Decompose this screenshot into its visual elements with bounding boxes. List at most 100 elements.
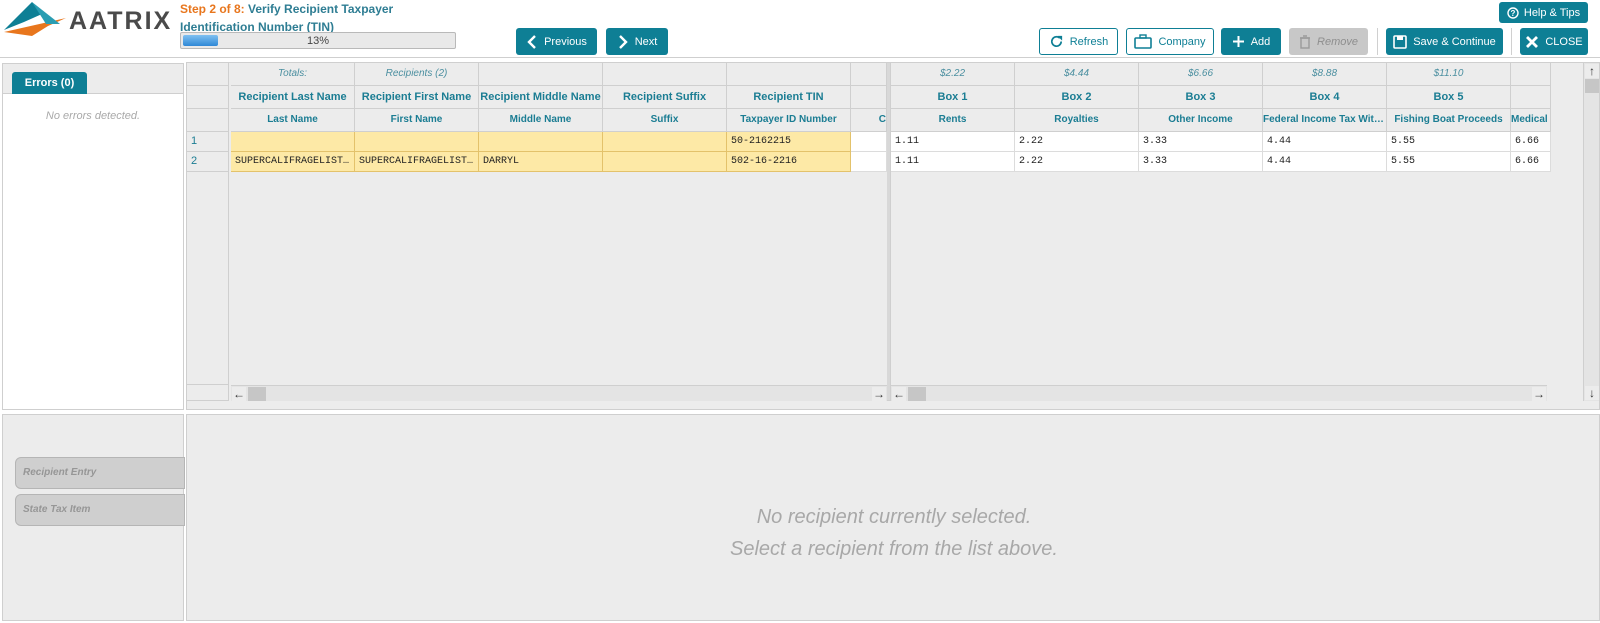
- help-label: Help & Tips: [1523, 6, 1581, 19]
- scroll-right-icon[interactable]: →: [1532, 387, 1546, 401]
- close-button[interactable]: CLOSE: [1520, 28, 1588, 55]
- recipient-detail-panel: No recipient currently selected. Select …: [186, 414, 1600, 621]
- table-cell[interactable]: [479, 132, 603, 152]
- refresh-label: Refresh: [1069, 35, 1109, 48]
- table-cell[interactable]: [851, 132, 887, 152]
- previous-label: Previous: [544, 35, 587, 48]
- table-cell[interactable]: [355, 132, 479, 152]
- scroll-down-icon[interactable]: ↓: [1585, 386, 1599, 400]
- add-button[interactable]: Add: [1221, 28, 1281, 55]
- next-button[interactable]: Next: [606, 28, 668, 55]
- errors-tab[interactable]: Errors (0): [12, 72, 87, 94]
- toolbar-divider: [1377, 28, 1378, 55]
- column-header[interactable]: Box 3: [1139, 86, 1263, 109]
- rownum-filler: [187, 172, 229, 385]
- table-cell[interactable]: 4.44: [1263, 132, 1387, 152]
- totals-cell: $6.66: [1139, 63, 1263, 86]
- column-subheader[interactable]: Taxpayer ID Number: [727, 109, 851, 132]
- table-cell[interactable]: SUPERCALIFRAGELISTICEXPIALIDOCIOUS: [355, 152, 479, 172]
- column-subheader[interactable]: Other Income: [1139, 109, 1263, 132]
- errors-tabbar: Errors (0): [3, 64, 183, 94]
- table-cell[interactable]: 50-2162215: [727, 132, 851, 152]
- column-subheader[interactable]: Fishing Boat Proceeds: [1387, 109, 1511, 132]
- select-recipient-hint: Select a recipient from the list above.: [730, 538, 1058, 560]
- refresh-button[interactable]: Refresh: [1039, 28, 1118, 55]
- table-cell[interactable]: DARRYL: [479, 152, 603, 172]
- table-cell[interactable]: 2.22: [1015, 152, 1139, 172]
- table-cell[interactable]: 6.66: [1511, 152, 1551, 172]
- next-label: Next: [634, 35, 658, 48]
- column-header[interactable]: Box 5: [1387, 86, 1511, 109]
- totals-cell: $4.44: [1015, 63, 1139, 86]
- column-header[interactable]: Box 4: [1263, 86, 1387, 109]
- scroll-up-icon[interactable]: ↑: [1585, 64, 1599, 78]
- scroll-thumb[interactable]: [1585, 79, 1599, 93]
- scroll-left-icon[interactable]: ←: [892, 387, 906, 401]
- row-number[interactable]: 1: [187, 132, 229, 152]
- left-grid-hscrollbar[interactable]: ← →: [231, 385, 887, 401]
- help-tips-button[interactable]: ? Help & Tips: [1499, 2, 1588, 23]
- table-cell[interactable]: [851, 152, 887, 172]
- recipient-grid: 1 2 Totals: Recipient Last Name Last Name SUP…: [186, 62, 1600, 410]
- scroll-thumb[interactable]: [908, 387, 926, 401]
- column-header[interactable]: Recipient Suffix: [603, 86, 727, 109]
- scroll-left-icon[interactable]: ←: [232, 387, 246, 401]
- table-cell[interactable]: 3.33: [1139, 132, 1263, 152]
- table-cell[interactable]: [603, 132, 727, 152]
- scroll-thumb[interactable]: [248, 387, 266, 401]
- table-cell[interactable]: 5.55: [1387, 132, 1511, 152]
- column-header[interactable]: Box 1: [891, 86, 1015, 109]
- table-cell[interactable]: 5.55: [1387, 152, 1511, 172]
- save-continue-button[interactable]: Save & Continue: [1386, 28, 1503, 55]
- scroll-right-icon[interactable]: →: [872, 387, 886, 401]
- table-cell[interactable]: 3.33: [1139, 152, 1263, 172]
- toolbar-divider: [1511, 28, 1512, 55]
- tab-state-tax-item[interactable]: State Tax Item: [15, 494, 185, 526]
- column-subheader[interactable]: Medical: [1511, 109, 1551, 132]
- column-subheader[interactable]: Suffix: [603, 109, 727, 132]
- no-errors-message: No errors detected.: [45, 110, 141, 122]
- remove-button[interactable]: Remove: [1289, 28, 1368, 55]
- refresh-icon: [1050, 35, 1062, 47]
- table-cell[interactable]: SUPERCALIFRAGELISTICEXPIALIDOCIOUS: [231, 152, 355, 172]
- table-cell[interactable]: 4.44: [1263, 152, 1387, 172]
- table-cell[interactable]: 6.66: [1511, 132, 1551, 152]
- table-cell[interactable]: 1.11: [891, 152, 1015, 172]
- table-cell[interactable]: 1.11: [891, 132, 1015, 152]
- column-subheader[interactable]: First Name: [355, 109, 479, 132]
- column-subheader[interactable]: Royalties: [1015, 109, 1139, 132]
- table-cell[interactable]: 502-16-2216: [727, 152, 851, 172]
- totals-cell: [727, 63, 851, 86]
- errors-panel: Errors (0) No errors detected.: [2, 63, 184, 410]
- previous-button[interactable]: Previous: [516, 28, 597, 55]
- right-grid-hscrollbar[interactable]: ← →: [891, 385, 1547, 401]
- totals-cell: [1511, 63, 1551, 86]
- column-header[interactable]: Recipient First Name: [355, 86, 479, 109]
- table-cell[interactable]: [231, 132, 355, 152]
- column-subheader[interactable]: Federal Income Tax Withheld: [1263, 109, 1387, 132]
- column-subheader[interactable]: Last Name: [231, 109, 355, 132]
- column-header[interactable]: [1511, 86, 1551, 109]
- grid-vscrollbar[interactable]: ↑ ↓: [1583, 63, 1599, 401]
- totals-cell: $11.10: [1387, 63, 1511, 86]
- rownum-header: [187, 86, 229, 109]
- column-header[interactable]: Recipient Middle Name: [479, 86, 603, 109]
- add-label: Add: [1250, 35, 1271, 48]
- column-subheader[interactable]: Middle Name: [479, 109, 603, 132]
- column-header[interactable]: Recipient Last Name: [231, 86, 355, 109]
- row-number[interactable]: 2: [187, 152, 229, 172]
- tab-recipient-entry[interactable]: Recipient Entry: [15, 457, 185, 489]
- svg-text:?: ?: [1510, 9, 1515, 18]
- column-header[interactable]: Box 2: [1015, 86, 1139, 109]
- trash-icon: [1300, 34, 1311, 49]
- table-cell[interactable]: [603, 152, 727, 172]
- company-button[interactable]: Company: [1126, 28, 1214, 55]
- column-header[interactable]: Recipient TIN: [727, 86, 851, 109]
- column-subheader[interactable]: C: [851, 109, 887, 132]
- aatrix-logo: AATRIX: [2, 0, 170, 40]
- table-cell[interactable]: 2.22: [1015, 132, 1139, 152]
- column-subheader[interactable]: Rents: [891, 109, 1015, 132]
- column-header: [851, 86, 887, 109]
- totals-cell: $8.88: [1263, 63, 1387, 86]
- briefcase-icon: [1134, 34, 1153, 49]
